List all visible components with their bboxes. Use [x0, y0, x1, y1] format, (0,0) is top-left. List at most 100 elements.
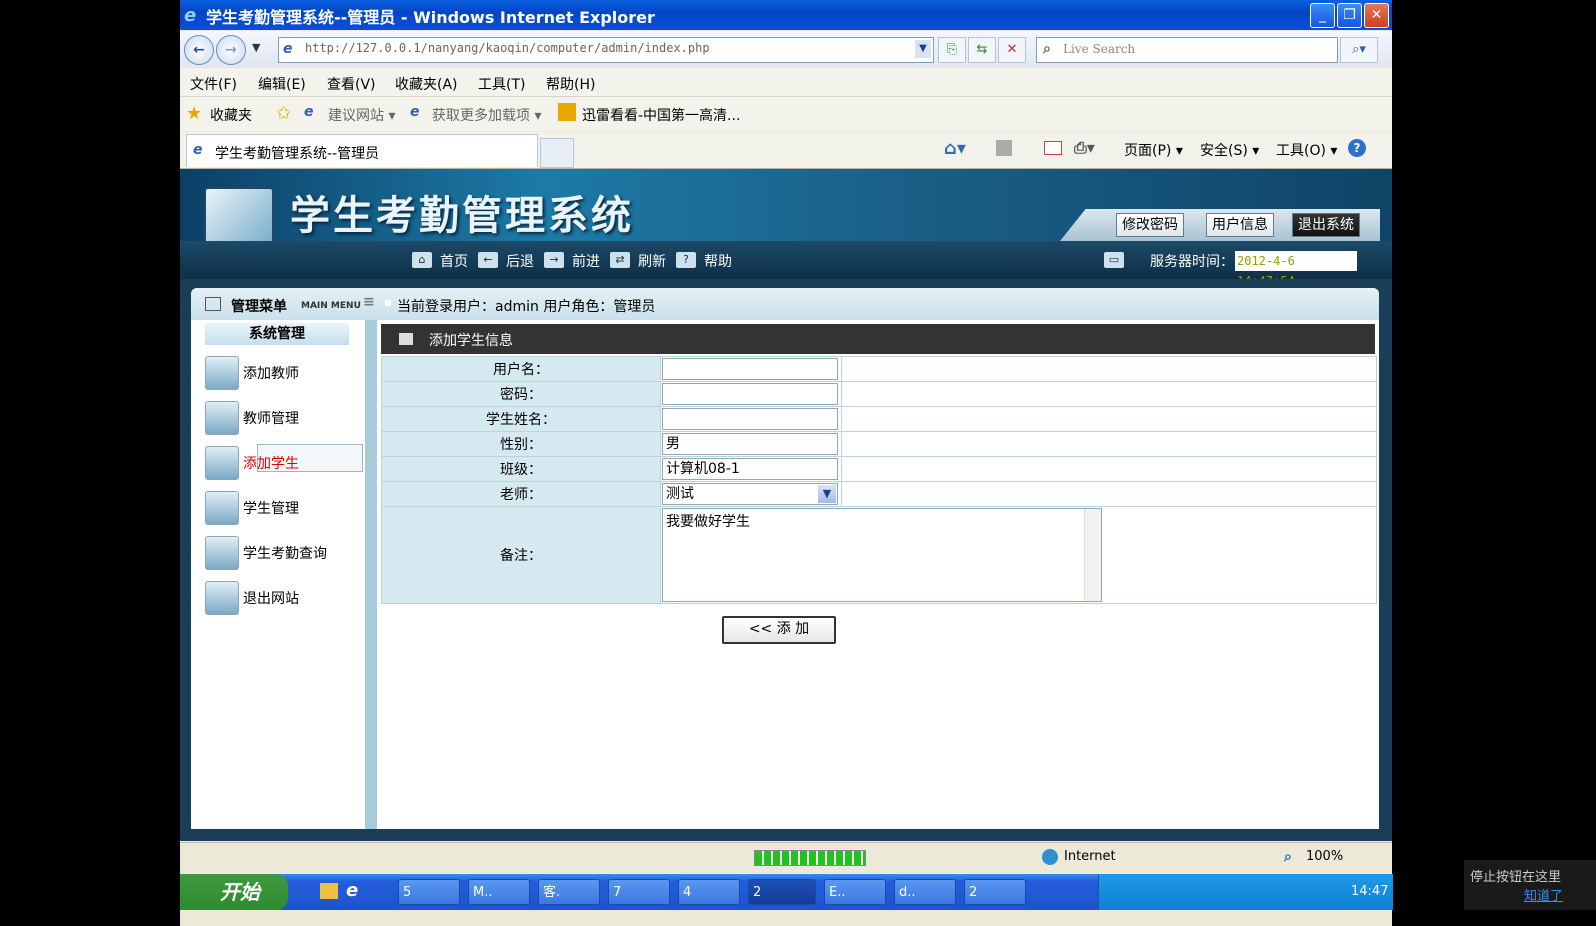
help-icon[interactable]: ? [1348, 139, 1366, 157]
form-row-password: 密码： [381, 381, 1377, 407]
teacher-select[interactable]: 测试 ▼ [662, 483, 838, 505]
ie-logo-icon: e [184, 5, 197, 26]
page-icon: e [283, 41, 293, 57]
taskbar-item-client[interactable]: 客. [538, 879, 600, 905]
compat-view-icon[interactable]: ⎘ [938, 37, 966, 63]
nav-back[interactable]: 后退 [506, 251, 534, 271]
exit-system-button[interactable]: 退出系统 [1292, 213, 1360, 237]
home-nav-icon: ⌂ [412, 252, 432, 268]
taskbar-item-d[interactable]: d.. [894, 879, 956, 905]
sidebar-item-label: 添加学生 [243, 456, 299, 472]
refresh-icon[interactable]: ⇆ [968, 37, 996, 63]
menu-tools[interactable]: 工具(T) [478, 74, 525, 94]
zoom-level[interactable]: 100% [1306, 849, 1343, 864]
lock-icon [205, 491, 239, 525]
favorites-button[interactable]: 收藏夹 [210, 105, 252, 125]
remark-label: 备注： [381, 506, 661, 604]
nav-forward[interactable]: 前进 [572, 251, 600, 271]
screen-icon: ▭ [1104, 252, 1124, 268]
remark-textarea[interactable]: 我要做好学生 [662, 508, 1102, 602]
tools-menu[interactable]: 工具(O) ▾ [1276, 140, 1337, 160]
add-button[interactable]: << 添 加 [722, 616, 836, 644]
content-area: 管理菜单 MAIN MENU ≡ 系统管理 添加教师 教师管理 添加学生 学生管… [191, 288, 1379, 829]
sidebar-item-teacher-manage[interactable]: 教师管理 [205, 401, 355, 435]
folder-quicklaunch-icon[interactable] [320, 883, 338, 899]
student-name-input[interactable] [662, 408, 838, 430]
address-dropdown-icon[interactable]: ▼ [915, 40, 931, 58]
attendance-icon [205, 536, 239, 570]
search-input[interactable]: ⌕ Live Search [1036, 37, 1338, 63]
address-bar[interactable]: http://127.0.0.1/nanyang/kaoqin/computer… [278, 37, 934, 63]
maximize-button[interactable]: ❐ [1337, 3, 1362, 28]
forward-button[interactable]: → [216, 35, 246, 65]
tooltip-link[interactable]: 知道了 [1524, 885, 1563, 904]
search-icon: ⌕ [1043, 41, 1051, 57]
taskbar-item-word[interactable]: 5 [398, 879, 460, 905]
fav-suggested-sites[interactable]: 建议网站 ▾ [328, 105, 395, 125]
ie-quicklaunch-icon[interactable]: e [346, 880, 358, 901]
taskbar-item-qq2[interactable]: 2 [964, 879, 1026, 905]
menu-view[interactable]: 查看(V) [327, 74, 376, 94]
search-go-button[interactable]: ⌕▾ [1340, 37, 1378, 63]
username-input[interactable] [662, 358, 838, 380]
favorites-bar: ★ 收藏夹 ✩ e 建议网站 ▾ e 获取更多加载项 ▾ 迅雷看看-中国第一高清… [180, 97, 1392, 131]
nav-home[interactable]: 首页 [440, 251, 468, 271]
taskbar-item-e[interactable]: E.. [824, 879, 886, 905]
sidebar-header: 管理菜单 MAIN MENU ≡ [191, 288, 377, 320]
gender-input[interactable]: 男 [662, 433, 838, 455]
minimize-button[interactable]: _ [1310, 3, 1335, 28]
url-text: http://127.0.0.1/nanyang/kaoqin/computer… [305, 41, 710, 55]
taskbar-item-folders[interactable]: 7 [608, 879, 670, 905]
history-dropdown-icon[interactable]: ▼ [252, 41, 260, 54]
safety-menu[interactable]: 安全(S) ▾ [1200, 140, 1259, 160]
taskbar-item-excel[interactable]: M.. [468, 879, 530, 905]
fav-addons[interactable]: 获取更多加载项 ▾ [432, 105, 541, 125]
password-input[interactable] [662, 383, 838, 405]
sidebar-item-student-manage[interactable]: 学生管理 [205, 491, 355, 525]
feeds-icon[interactable] [996, 140, 1012, 156]
close-button[interactable]: ✕ [1364, 3, 1389, 28]
add-favorite-icon[interactable]: ✩ [276, 103, 291, 124]
print-icon[interactable]: ⎙▾ [1074, 138, 1095, 158]
menu-favorites[interactable]: 收藏夹(A) [395, 74, 458, 94]
taskbar-item-ie[interactable]: 2 [748, 879, 816, 905]
zoom-icon[interactable]: ⌕ [1284, 849, 1292, 865]
sidebar-item-label: 退出网站 [243, 591, 299, 607]
home-icon[interactable]: ⌂▾ [944, 138, 966, 159]
page-menu[interactable]: 页面(P) ▾ [1124, 140, 1183, 160]
username-label: 用户名： [381, 356, 661, 382]
textarea-scrollbar[interactable] [1084, 509, 1101, 601]
sidebar-item-exit-site[interactable]: 退出网站 [205, 581, 355, 615]
fav-xunlei[interactable]: 迅雷看看-中国第一高清... [582, 105, 740, 125]
server-time-value: 2012-4-6 14:47:54 [1235, 251, 1357, 288]
menu-file[interactable]: 文件(F) [190, 74, 237, 94]
nav-help[interactable]: 帮助 [704, 251, 732, 271]
form-row-name: 学生姓名： [381, 406, 1377, 432]
back-button[interactable]: ← [184, 35, 214, 65]
web-page: 学生考勤管理系统 修改密码 用户信息 退出系统 ⌂ 首页 ← 后退 → 前进 ⇄… [180, 169, 1392, 841]
tab-active[interactable]: e 学生考勤管理系统--管理员 [186, 134, 538, 167]
start-button[interactable]: 开始 [180, 874, 288, 910]
nav-refresh[interactable]: 刷新 [638, 251, 666, 271]
server-time-label: 服务器时间： [1150, 254, 1234, 270]
menu-bar: 文件(F) 编辑(E) 查看(V) 收藏夹(A) 工具(T) 帮助(H) [180, 68, 1392, 97]
chevron-down-icon[interactable]: ▼ [818, 485, 836, 503]
menu-help[interactable]: 帮助(H) [546, 74, 595, 94]
stop-icon[interactable]: ✕ [998, 37, 1026, 63]
user-info-button[interactable]: 用户信息 [1206, 213, 1274, 237]
class-input[interactable]: 计算机08-1 [662, 458, 838, 480]
collapse-icon[interactable]: ≡ [363, 294, 375, 310]
mail-icon[interactable] [1044, 141, 1062, 155]
change-password-button[interactable]: 修改密码 [1116, 213, 1184, 237]
sidebar-item-add-student[interactable]: 添加学生 [205, 444, 363, 480]
form-row-remark: 备注： 我要做好学生 [381, 506, 1377, 604]
site-header: 学生考勤管理系统 修改密码 用户信息 退出系统 [180, 169, 1392, 255]
form-title-icon [399, 333, 413, 345]
sidebar-item-attendance-query[interactable]: 学生考勤查询 [205, 536, 355, 570]
new-tab-button[interactable] [540, 138, 574, 168]
sidebar-item-add-teacher[interactable]: 添加教师 [205, 356, 355, 390]
sidebar-title: 管理菜单 [231, 299, 287, 315]
menu-edit[interactable]: 编辑(E) [258, 74, 306, 94]
ie-window: e 学生考勤管理系统--管理员 - Windows Internet Explo… [180, 0, 1393, 926]
taskbar-item-qq[interactable]: 4 [678, 879, 740, 905]
